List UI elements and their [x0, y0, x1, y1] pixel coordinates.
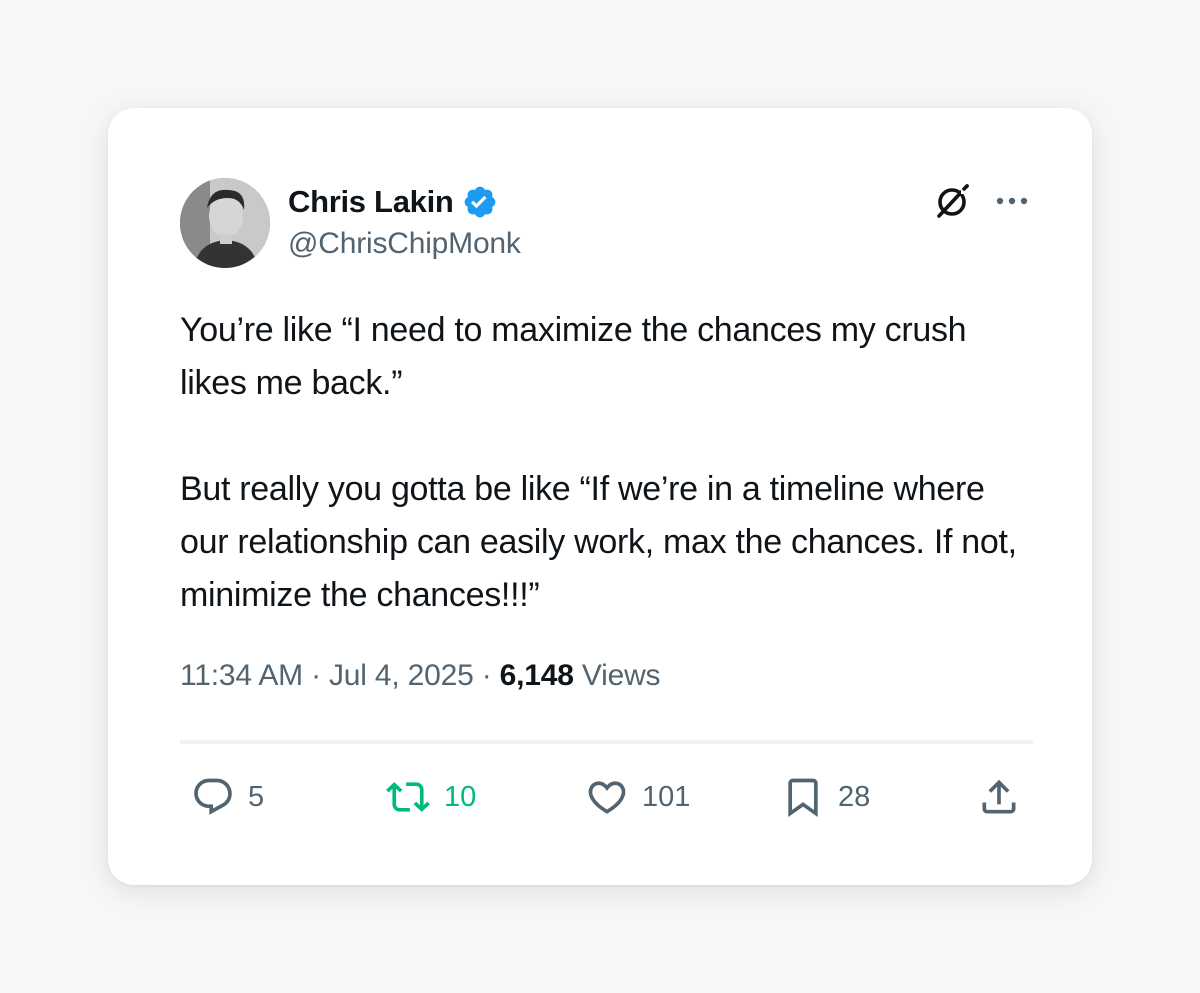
- heart-icon: [588, 781, 626, 814]
- share-button[interactable]: [976, 775, 1022, 819]
- tweet-date[interactable]: Jul 4, 2025: [329, 659, 474, 692]
- more-icon[interactable]: [992, 186, 1032, 216]
- grok-icon[interactable]: [931, 180, 973, 222]
- retweet-icon: [386, 782, 430, 812]
- divider: [180, 740, 1033, 744]
- bookmark-button[interactable]: 28: [780, 775, 870, 819]
- bookmark-count: 28: [838, 780, 871, 813]
- bookmark-icon: [788, 778, 818, 818]
- tweet-meta: 11:34 AM · Jul 4, 2025 · 6,148 Views: [180, 659, 661, 693]
- meta-separator: ·: [473, 659, 500, 692]
- share-icon: [982, 779, 1016, 814]
- reply-icon: [194, 778, 232, 815]
- author-name[interactable]: Chris Lakin: [288, 184, 454, 220]
- avatar-image: [180, 178, 270, 268]
- tweet-card: Chris Lakin @ChrisChipMonk You’re like “…: [108, 108, 1092, 885]
- reply-count: 5: [248, 780, 265, 813]
- like-count: 101: [642, 780, 691, 813]
- avatar[interactable]: [180, 178, 270, 268]
- reply-button[interactable]: 5: [190, 775, 264, 819]
- tweet-text: You’re like “I need to maximize the chan…: [180, 311, 1017, 614]
- views-count: 6,148: [499, 659, 574, 692]
- author-handle[interactable]: @ChrisChipMonk: [288, 227, 521, 261]
- verified-badge-icon: [462, 184, 498, 220]
- tweet-time[interactable]: 11:34 AM: [180, 659, 303, 692]
- author-row: Chris Lakin: [288, 183, 498, 221]
- views-label: Views: [573, 659, 661, 692]
- like-button[interactable]: 101: [584, 775, 690, 819]
- retweet-count: 10: [444, 780, 477, 813]
- meta-separator: ·: [302, 659, 329, 692]
- retweet-button[interactable]: 10: [384, 775, 476, 819]
